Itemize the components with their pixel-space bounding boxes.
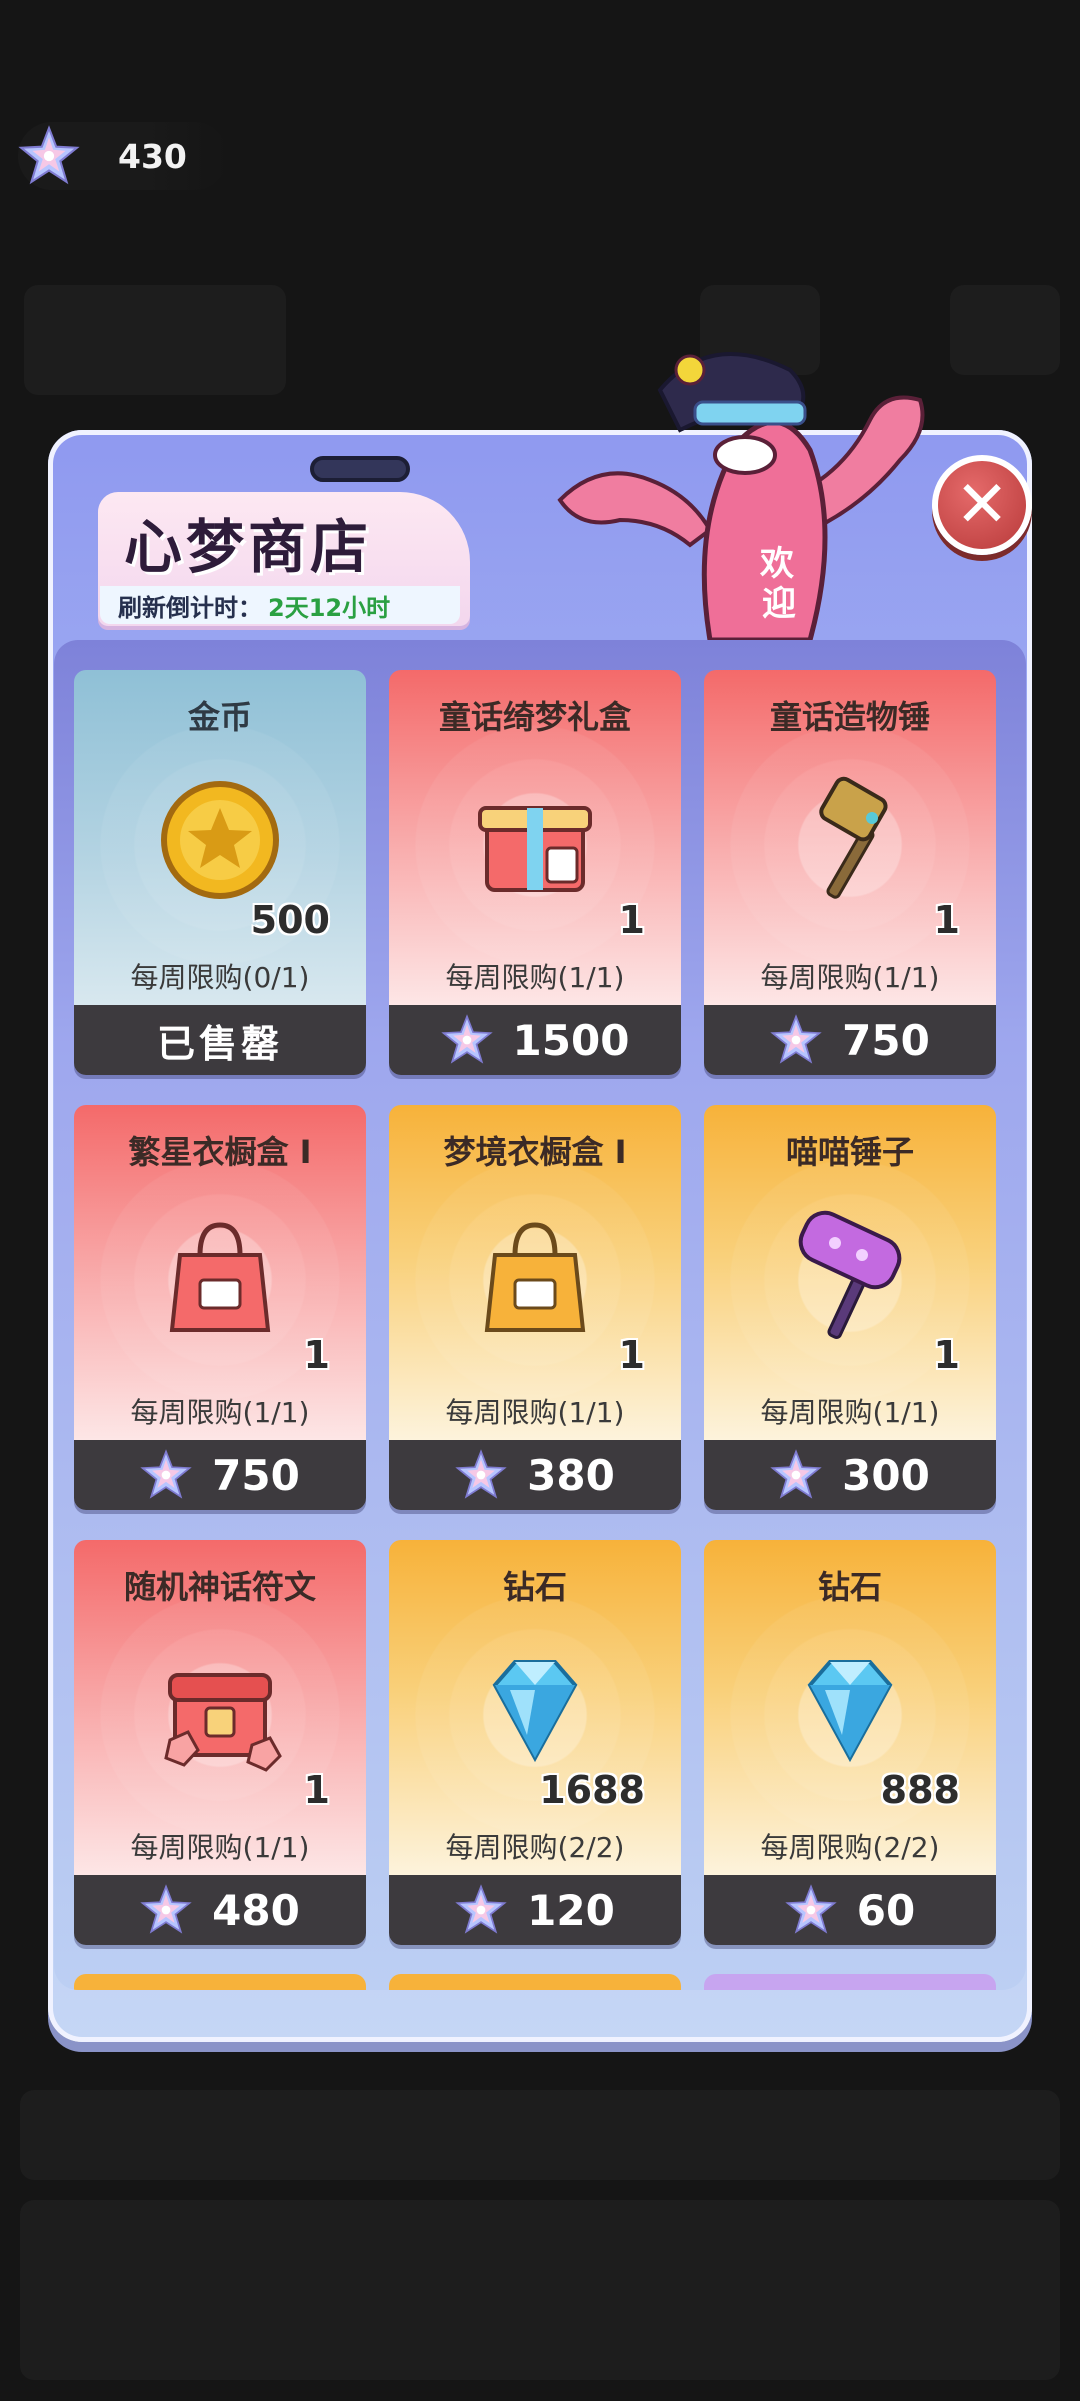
- gold-coin-icon: [161, 781, 279, 899]
- bg-panel: [24, 285, 286, 395]
- shop-item-card[interactable]: 童话绮梦礼盒 1 每周限购(1/1) 1500: [389, 670, 681, 1075]
- shop-item-card[interactable]: 喵喵锤子 1 每周限购(1/1) 300: [704, 1105, 996, 1510]
- shop-item-card[interactable]: 金币 500 每周限购(0/1) 已售罄: [74, 670, 366, 1075]
- item-grid: 金币 500 每周限购(0/1) 已售罄 童话绮梦礼盒 1 每周限购(1/1) 1500 童话造…: [54, 640, 1026, 1990]
- purchase-limit: 每周限购(1/1): [760, 1396, 940, 1429]
- panel-clip-decoration: [310, 456, 410, 482]
- buy-button[interactable]: 380: [389, 1440, 681, 1510]
- red-bag-icon: [169, 1222, 271, 1332]
- shop-title: 心梦商店: [124, 513, 373, 581]
- item-quantity: 1: [933, 898, 960, 942]
- star-crystal-icon: [455, 1884, 507, 1934]
- item-price: 300: [842, 1450, 930, 1500]
- buy-button[interactable]: 120: [389, 1875, 681, 1945]
- star-crystal-icon: [455, 1449, 507, 1499]
- purchase-limit: 每周限购(1/1): [130, 1396, 310, 1429]
- partial-card[interactable]: [74, 1974, 366, 1990]
- close-button[interactable]: ✕: [932, 455, 1032, 555]
- item-name: 随机神话符文: [123, 1568, 316, 1606]
- star-currency-display[interactable]: 430: [18, 122, 228, 190]
- purchase-limit: 每周限购(2/2): [445, 1831, 625, 1864]
- shop-item-card[interactable]: 随机神话符文 1 每周限购(1/1) 480: [74, 1540, 366, 1945]
- purchase-limit: 每周限购(1/1): [445, 1396, 625, 1429]
- item-name: 钻石: [502, 1568, 567, 1606]
- svg-text:迎: 迎: [762, 584, 796, 624]
- star-crystal-icon: [440, 1014, 493, 1064]
- partial-card[interactable]: [389, 1974, 681, 1990]
- item-price: 120: [527, 1885, 615, 1935]
- buy-button[interactable]: 1500: [389, 1005, 681, 1075]
- item-quantity: 1: [303, 1768, 330, 1812]
- buy-button[interactable]: 750: [704, 1005, 996, 1075]
- buy-button[interactable]: 480: [74, 1875, 366, 1945]
- item-price: 60: [856, 1885, 916, 1935]
- item-price: 750: [842, 1015, 930, 1065]
- svg-text:欢: 欢: [759, 544, 794, 584]
- item-name: 童话造物锤: [769, 698, 930, 736]
- cat-hammer-icon: [798, 1210, 902, 1339]
- gold-bag-icon: [484, 1222, 586, 1332]
- item-price: 750: [212, 1450, 300, 1500]
- item-quantity: 1: [618, 898, 645, 942]
- item-name: 繁星衣橱盒 I: [128, 1133, 312, 1171]
- item-name: 金币: [187, 698, 252, 736]
- item-name: 梦境衣橱盒 I: [443, 1133, 627, 1171]
- bg-panel: [950, 285, 1060, 375]
- star-crystal-icon: [140, 1449, 192, 1499]
- refresh-value: 2天12小时: [268, 593, 391, 622]
- purchase-limit: 每周限购(0/1): [130, 961, 310, 994]
- purchase-limit: 每周限购(1/1): [760, 961, 940, 994]
- item-price: 380: [527, 1450, 615, 1500]
- shop-item-card[interactable]: 钻石 888 每周限购(2/2) 60: [704, 1540, 996, 1945]
- bg-panel: [20, 2200, 1060, 2380]
- gift-box-icon: [478, 806, 592, 892]
- star-crystal-icon: [140, 1884, 192, 1934]
- item-name: 喵喵锤子: [785, 1133, 914, 1171]
- shop-item-card[interactable]: 钻石 1688 每周限购(2/2) 120: [389, 1540, 681, 1945]
- sold-out-label: 已售罄: [74, 1005, 366, 1075]
- item-quantity: 1: [618, 1333, 645, 1377]
- partial-card[interactable]: [704, 1974, 996, 1990]
- purchase-limit: 每周限购(1/1): [130, 1831, 310, 1864]
- shop-item-card[interactable]: 梦境衣橱盒 I 1 每周限购(1/1) 380: [389, 1105, 681, 1510]
- bg-panel: [20, 2090, 1060, 2180]
- star-crystal-icon: [770, 1014, 822, 1064]
- item-price: 480: [212, 1885, 300, 1935]
- star-currency-amount: 430: [118, 136, 187, 176]
- hammer-icon: [819, 776, 888, 899]
- refresh-label: 刷新倒计时：: [118, 593, 262, 622]
- item-quantity: 1: [303, 1333, 330, 1377]
- item-name: 童话绮梦礼盒: [438, 698, 631, 736]
- star-crystal-icon: [785, 1884, 837, 1934]
- buy-button[interactable]: 60: [704, 1875, 996, 1945]
- rune-chest-icon: [164, 1673, 282, 1772]
- buy-button[interactable]: 750: [74, 1440, 366, 1510]
- diamond-icon: [492, 1660, 578, 1763]
- shop-item-card[interactable]: 童话造物锤 1 每周限购(1/1) 750: [704, 670, 996, 1075]
- diamond-icon: [807, 1660, 893, 1763]
- shop-item-card[interactable]: 繁星衣橱盒 I 1 每周限购(1/1) 750: [74, 1105, 366, 1510]
- item-quantity: 888: [880, 1768, 960, 1812]
- item-quantity: 1: [933, 1333, 960, 1377]
- buy-button[interactable]: 300: [704, 1440, 996, 1510]
- star-crystal-icon: [18, 125, 80, 185]
- item-price: 1500: [512, 1015, 630, 1065]
- purchase-limit: 每周限购(1/1): [445, 961, 625, 994]
- item-quantity: 500: [250, 898, 330, 942]
- refresh-countdown: 刷新倒计时： 2天12小时: [100, 586, 460, 624]
- purchase-limit: 每周限购(2/2): [760, 1831, 940, 1864]
- item-name: 钻石: [817, 1568, 882, 1606]
- item-quantity: 1688: [539, 1768, 645, 1812]
- star-crystal-icon: [770, 1449, 822, 1499]
- mascot-character-icon: 欢 迎: [557, 352, 925, 640]
